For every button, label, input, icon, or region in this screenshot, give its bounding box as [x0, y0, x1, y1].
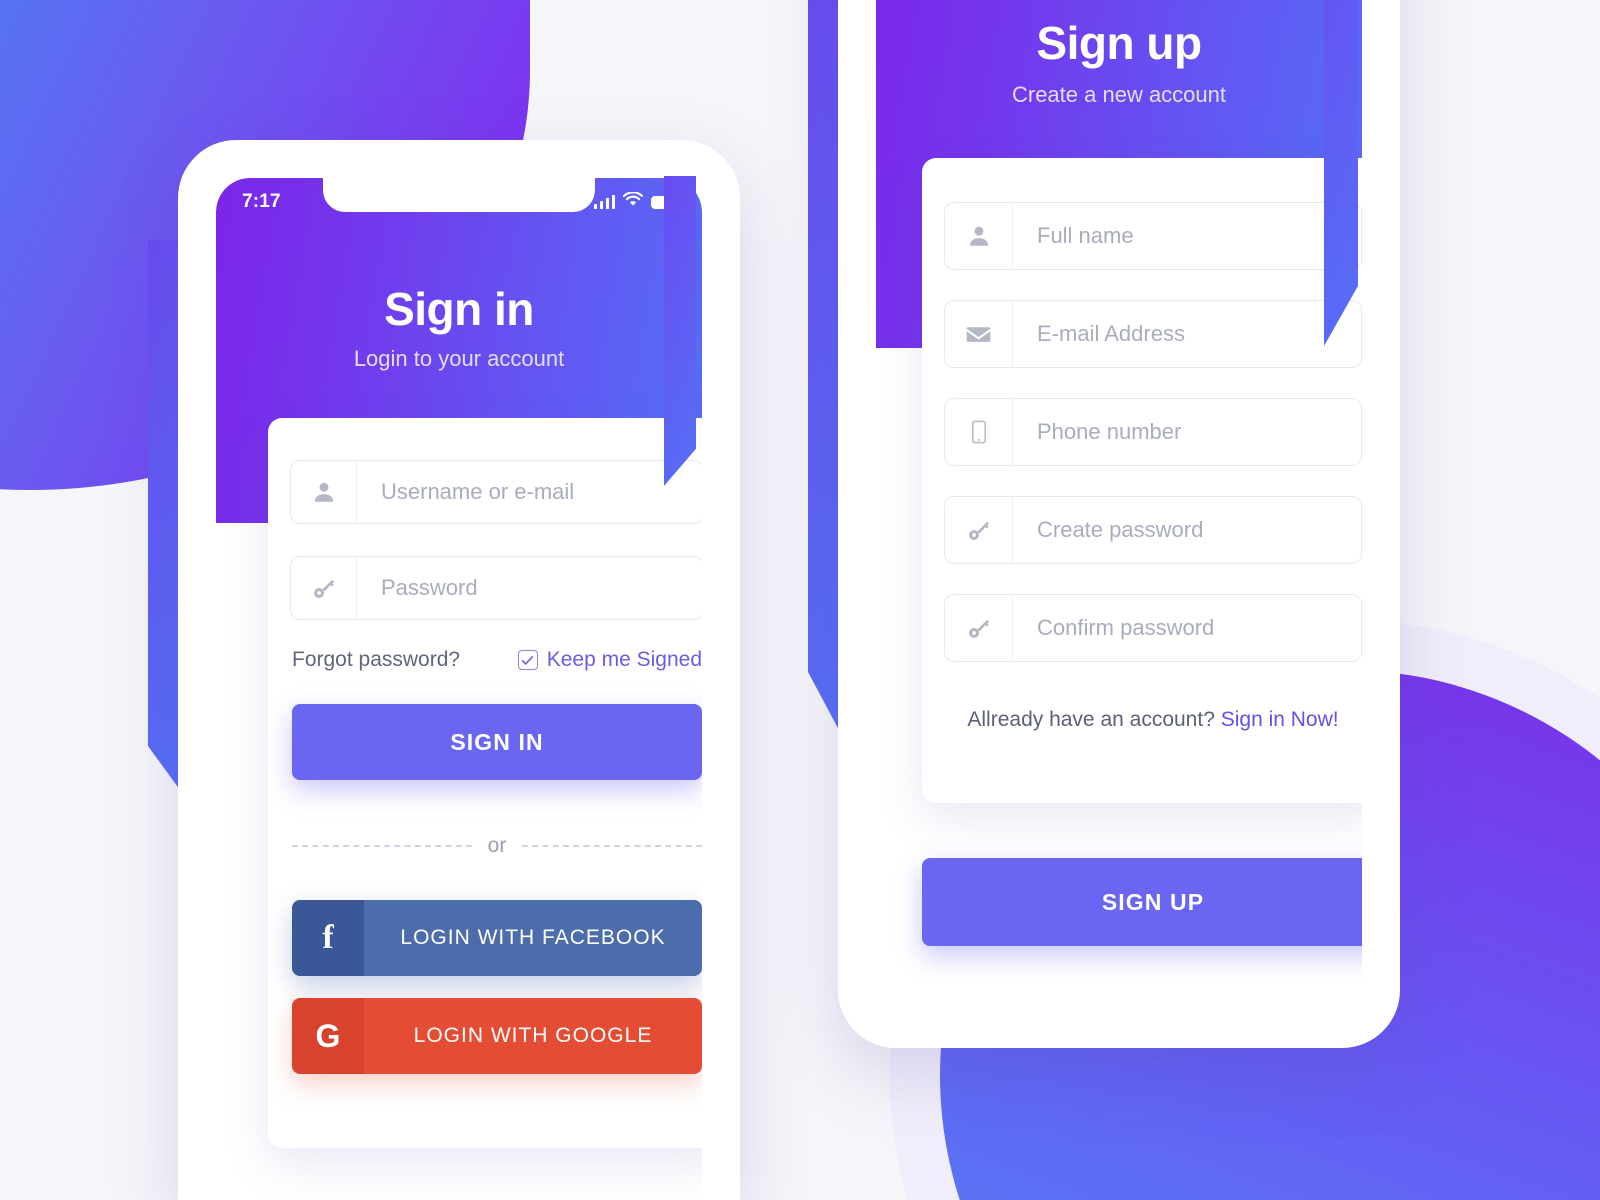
divider-dash-right — [522, 845, 702, 847]
signup-bottom-note: Allready have an account? Sign in Now! — [922, 708, 1362, 732]
wifi-icon — [622, 191, 644, 212]
signin-now-link[interactable]: Sign in Now! — [1221, 708, 1339, 731]
keep-signed-checkbox[interactable]: Keep me Signed — [517, 648, 702, 672]
envelope-icon — [945, 301, 1013, 367]
key-icon — [945, 497, 1013, 563]
signin-screen: 7:17 Sign in Login to your account Usern… — [216, 178, 702, 1200]
key-icon — [945, 595, 1013, 661]
status-icons — [593, 191, 678, 212]
divider-dash-left — [292, 845, 472, 847]
signin-header-right-tab — [664, 176, 696, 486]
signup-header-right-tab — [1324, 0, 1358, 346]
signup-title: Sign up — [1036, 17, 1202, 69]
signup-subtitle: Create a new account — [1011, 82, 1227, 107]
signin-title: Sign in — [384, 283, 534, 335]
eye-icon[interactable] — [693, 575, 702, 601]
eye-icon[interactable] — [1349, 615, 1361, 641]
field-email[interactable] — [944, 300, 1362, 368]
mobile-phone-icon — [945, 399, 1013, 465]
phone-notch — [323, 178, 595, 212]
signup-screen: Sign up Create a new account Full name E… — [876, 0, 1362, 1010]
signup-phone-mockup: Sign up Create a new account Full name E… — [808, 0, 1400, 1048]
facebook-login-label: LOGIN WITH FACEBOOK — [364, 900, 702, 976]
field-full-name[interactable] — [944, 202, 1362, 270]
phone-input[interactable] — [1013, 419, 1361, 445]
signup-form-card: Allready have an account? Sign in Now! — [922, 158, 1362, 803]
key-icon — [291, 557, 357, 619]
password-input[interactable] — [357, 575, 693, 601]
divider-label: or — [487, 834, 507, 857]
signup-phone-body: Sign up Create a new account Full name E… — [838, 0, 1400, 1048]
signin-phone-mockup: 7:17 Sign in Login to your account Usern… — [148, 140, 740, 1200]
full-name-input[interactable] — [1013, 223, 1361, 249]
create-password-input[interactable] — [1013, 517, 1349, 543]
checkbox-box[interactable] — [517, 650, 538, 670]
field-password[interactable] — [290, 556, 702, 620]
person-icon — [291, 461, 357, 523]
signin-header-left-tab — [148, 240, 180, 790]
field-username[interactable] — [290, 460, 702, 524]
signup-submit-button[interactable]: SIGN UP — [922, 858, 1362, 946]
signin-phone-body: 7:17 Sign in Login to your account Usern… — [178, 140, 740, 1200]
signin-subtitle: Login to your account — [353, 346, 565, 371]
google-login-label: LOGIN WITH GOOGLE — [364, 998, 702, 1074]
or-divider: or — [292, 834, 702, 858]
facebook-f-icon: f — [292, 900, 364, 976]
google-login-button[interactable]: G LOGIN WITH GOOGLE — [292, 998, 702, 1074]
facebook-login-button[interactable]: f LOGIN WITH FACEBOOK — [292, 900, 702, 976]
google-g-icon: G — [292, 998, 364, 1074]
signal-bars-icon — [593, 195, 615, 209]
field-create-password[interactable] — [944, 496, 1362, 564]
signup-header-left-tab — [808, 0, 840, 732]
username-input[interactable] — [357, 479, 702, 505]
field-confirm-password[interactable] — [944, 594, 1362, 662]
email-input[interactable] — [1013, 321, 1361, 347]
signin-helper-row: Forgot password? Keep me Signed — [292, 648, 702, 672]
eye-icon[interactable] — [1349, 517, 1361, 543]
signin-submit-button[interactable]: SIGN IN — [292, 704, 702, 780]
signup-note-text: Allready have an account? — [967, 708, 1215, 731]
confirm-password-input[interactable] — [1013, 615, 1349, 641]
forgot-password-link[interactable]: Forgot password? — [292, 648, 460, 672]
status-clock: 7:17 — [242, 191, 281, 212]
signin-form-card: Forgot password? Keep me Signed SIGN IN — [268, 418, 702, 1148]
field-phone[interactable] — [944, 398, 1362, 466]
person-icon — [945, 203, 1013, 269]
keep-signed-label: Keep me Signed — [546, 648, 702, 671]
